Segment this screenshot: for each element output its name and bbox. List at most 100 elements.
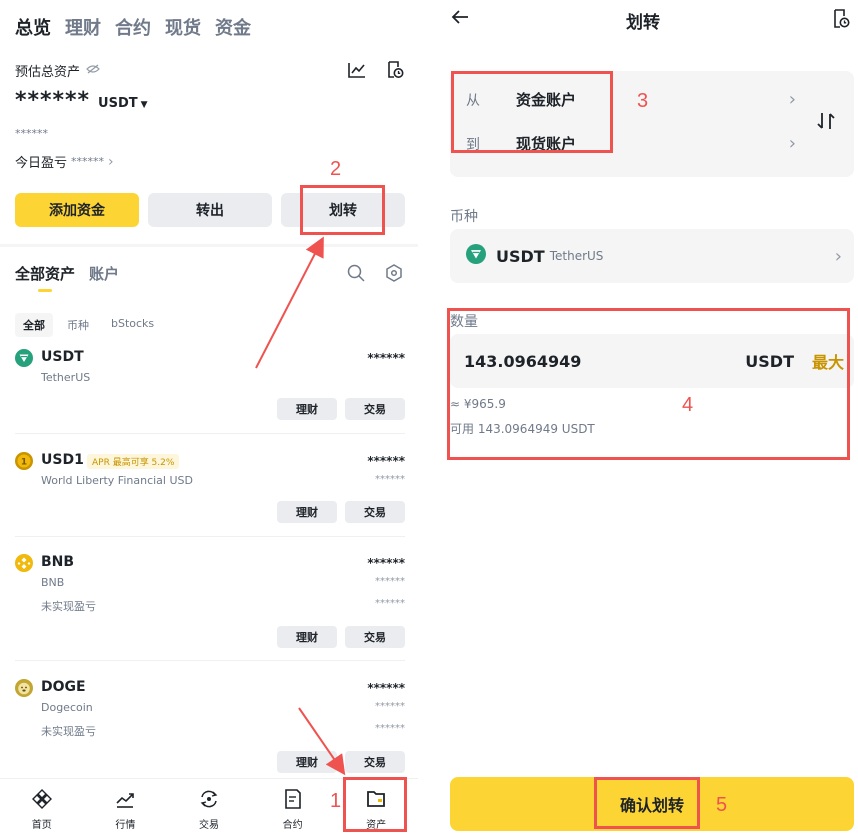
unrealized-pnl-label: 未实现盈亏 <box>41 725 96 738</box>
home-icon <box>31 789 52 812</box>
earn-button[interactable]: 理财 <box>277 398 337 420</box>
annotation-number-5: 5 <box>716 794 728 816</box>
earn-button[interactable]: 理财 <box>277 751 337 773</box>
tab-accounts[interactable]: 账户 <box>89 263 119 284</box>
confirm-transfer-button[interactable]: 确认划转 <box>450 777 854 831</box>
list-item[interactable]: 1 USD1 APR 最高可享 5.2% World Liberty Finan… <box>15 452 405 524</box>
coin-symbol: USDT <box>496 246 545 266</box>
nav-home-label: 首页 <box>31 820 52 831</box>
futures-icon <box>284 789 302 812</box>
tab-spot[interactable]: 现货 <box>165 14 201 40</box>
panel-gap <box>418 0 428 838</box>
caret-down-icon[interactable]: ▼ <box>141 100 148 110</box>
settings-hexagon-icon[interactable] <box>384 263 404 283</box>
tab-funding[interactable]: 资金 <box>215 14 251 40</box>
list-divider <box>15 660 405 661</box>
nav-markets[interactable]: 行情 <box>84 779 168 838</box>
today-pnl-label: 今日盈亏 <box>15 156 68 171</box>
asset-tabs: 全部资产 账户 <box>15 263 119 284</box>
estimated-assets-row: 预估总资产 <box>15 60 405 80</box>
tab-overview[interactable]: 总览 <box>15 14 51 40</box>
markets-icon <box>115 789 135 812</box>
today-pnl-row[interactable]: 今日盈亏 ****** › <box>15 152 114 172</box>
coin-label: 币种 <box>450 209 478 225</box>
usdt-icon <box>466 244 486 268</box>
max-button[interactable]: 最大 <box>812 349 844 373</box>
coin-selector[interactable]: USDT TetherUS › <box>450 229 854 283</box>
estimated-assets-label: 预估总资产 <box>15 64 81 80</box>
header: 划转 <box>428 0 858 40</box>
nav-trade-label: 交易 <box>198 820 219 831</box>
annotation-number-2: 2 <box>330 158 342 180</box>
apr-badge[interactable]: APR 最高可享 5.2% <box>87 454 180 469</box>
tab-earn[interactable]: 理财 <box>65 14 101 40</box>
asset-actions: 理财 交易 <box>277 626 405 648</box>
chip-all[interactable]: 全部 <box>15 313 53 337</box>
tab-all-assets[interactable]: 全部资产 <box>15 263 75 284</box>
asset-name: TetherUS <box>41 371 91 384</box>
balance-fiat-hidden: ****** <box>15 127 48 140</box>
asset-symbol: USD1 <box>41 452 84 468</box>
search-icon[interactable] <box>346 263 366 283</box>
trade-button[interactable]: 交易 <box>345 398 405 420</box>
to-account-row[interactable]: 到 现货账户 › <box>466 133 796 154</box>
trade-button[interactable]: 交易 <box>345 626 405 648</box>
transfer-button[interactable]: 划转 <box>281 193 405 227</box>
list-divider <box>15 433 405 434</box>
nav-home[interactable]: 首页 <box>0 779 84 838</box>
trade-button[interactable]: 交易 <box>345 751 405 773</box>
list-item[interactable]: USDT TetherUS ****** 理财 交易 <box>15 349 405 421</box>
swap-icon[interactable] <box>816 111 836 136</box>
from-account-row[interactable]: 从 资金账户 › <box>466 89 796 110</box>
unrealized-pnl-value: ****** <box>375 598 405 609</box>
quantity-input[interactable]: 143.0964949 USDT 最大 <box>450 334 854 388</box>
to-label: 到 <box>466 136 480 153</box>
from-account-value: 资金账户 <box>516 91 577 109</box>
coin-full-name: TetherUS <box>549 249 604 263</box>
asset-actions: 理财 交易 <box>277 398 405 420</box>
nav-futures-label: 合约 <box>282 820 303 831</box>
nav-futures[interactable]: 合约 <box>251 779 335 838</box>
asset-fiat-value: ****** <box>375 576 405 587</box>
asset-actions: 理财 交易 <box>277 501 405 523</box>
list-item[interactable]: DOGE Dogecoin ****** ****** 未实现盈亏 ******… <box>15 679 405 775</box>
earn-button[interactable]: 理财 <box>277 626 337 648</box>
bottom-navigation: 首页 行情 交易 合约 资产 <box>0 778 418 838</box>
approx-fiat-value: ≈ ¥965.9 <box>450 397 506 411</box>
history-icon[interactable] <box>832 9 850 33</box>
section-divider <box>0 244 418 247</box>
bnb-icon <box>15 554 33 572</box>
asset-tools <box>346 263 404 283</box>
chevron-right-icon: › <box>834 245 842 267</box>
earn-button[interactable]: 理财 <box>277 501 337 523</box>
eye-hidden-icon[interactable] <box>86 63 100 77</box>
usdt-icon <box>15 349 33 367</box>
chevron-right-icon: › <box>788 89 796 110</box>
annotation-number-4: 4 <box>682 394 694 416</box>
chart-icon[interactable] <box>347 60 367 80</box>
doge-icon <box>15 679 33 697</box>
history-icon[interactable] <box>385 60 405 80</box>
page-title: 划转 <box>626 13 660 33</box>
chip-coins[interactable]: 币种 <box>59 313 97 337</box>
to-account-value: 现货账户 <box>516 135 577 153</box>
trade-button[interactable]: 交易 <box>345 501 405 523</box>
asset-fiat-value: ****** <box>375 701 405 712</box>
nav-assets[interactable]: 资产 <box>334 779 418 838</box>
asset-name: World Liberty Financial USD <box>41 474 193 487</box>
add-funds-button[interactable]: 添加资金 <box>15 193 139 227</box>
asset-balance: ****** <box>367 556 405 570</box>
today-pnl-value: ****** <box>71 155 105 168</box>
nav-trade[interactable]: 交易 <box>167 779 251 838</box>
tab-futures[interactable]: 合约 <box>115 14 151 40</box>
quantity-value[interactable]: 143.0964949 <box>464 352 581 371</box>
list-item[interactable]: BNB BNB ****** ****** 未实现盈亏 ****** 理财 交易 <box>15 554 405 650</box>
balance-currency-select[interactable]: USDT <box>98 96 138 111</box>
withdraw-button[interactable]: 转出 <box>148 193 272 227</box>
from-to-selector: 从 资金账户 › 到 现货账户 › <box>450 71 854 177</box>
list-divider <box>15 536 405 537</box>
asset-balance: ****** <box>367 681 405 695</box>
chip-bstocks[interactable]: bStocks <box>103 313 162 337</box>
svg-text:1: 1 <box>21 458 27 468</box>
asset-actions: 理财 交易 <box>277 751 405 773</box>
